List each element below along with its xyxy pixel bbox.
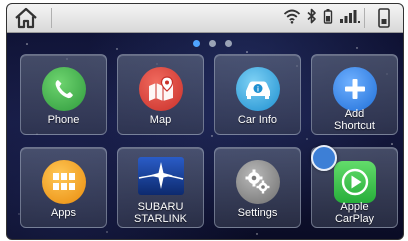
battery-icon — [323, 8, 333, 29]
apple-carplay-label: Apple CarPlay — [312, 201, 397, 225]
home-button[interactable] — [13, 6, 47, 30]
map-label: Map — [149, 114, 172, 126]
label-line: SUBARU — [137, 201, 184, 213]
label-line: Shortcut — [334, 120, 375, 132]
map-tile[interactable]: Map — [117, 54, 204, 135]
label-line: STARLINK — [134, 213, 187, 225]
settings-label: Settings — [237, 207, 278, 219]
carplay-icon — [332, 159, 378, 205]
page-dot-active[interactable] — [193, 40, 200, 47]
apps-label: Apps — [50, 207, 77, 219]
status-divider — [51, 8, 52, 28]
car-icon: i — [235, 66, 281, 112]
subaru-starlink-label: SUBARU STARLINK — [118, 201, 203, 225]
map-icon — [138, 66, 184, 112]
gears-icon — [235, 159, 281, 205]
page-dot[interactable] — [209, 40, 216, 47]
phone-icon — [41, 66, 87, 112]
status-bar — [7, 4, 403, 33]
label-line: Add — [344, 108, 365, 120]
home-icon — [15, 7, 37, 29]
car-info-label: Car Info — [237, 114, 278, 126]
page-indicator — [193, 40, 232, 47]
add-shortcut-tile[interactable]: Add Shortcut — [311, 54, 398, 135]
signal-icon — [339, 8, 361, 29]
head-unit-screen: Phone Map i Car Info Add Shortcut Apps S… — [6, 3, 404, 240]
label-line: CarPlay — [334, 213, 375, 225]
label-line: Apple — [340, 201, 369, 213]
subaru-starlink-tile[interactable]: SUBARU STARLINK — [117, 147, 204, 228]
connectivity-icons — [283, 8, 361, 28]
page-dot[interactable] — [225, 40, 232, 47]
wifi-icon — [283, 8, 301, 29]
bluetooth-icon — [307, 8, 317, 29]
phone-tile[interactable]: Phone — [20, 54, 107, 135]
starlink-icon — [137, 156, 185, 196]
car-info-tile[interactable]: i Car Info — [214, 54, 301, 135]
phone-label: Phone — [47, 114, 80, 126]
plus-icon — [332, 66, 378, 112]
svg-text:i: i — [257, 86, 259, 93]
apps-tile[interactable]: Apps — [20, 147, 107, 228]
status-divider — [364, 8, 365, 28]
phone-icon — [373, 8, 395, 28]
notification-badge — [311, 145, 337, 171]
add-shortcut-label: Add Shortcut — [312, 108, 397, 132]
grid-icon — [41, 159, 87, 205]
settings-tile[interactable]: Settings — [214, 147, 301, 228]
